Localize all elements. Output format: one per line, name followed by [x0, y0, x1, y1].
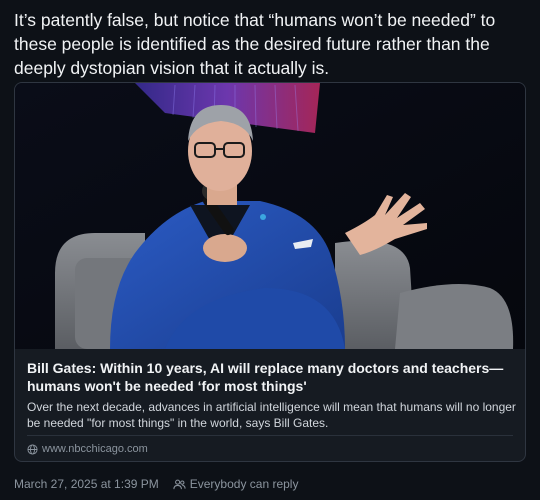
- post: It’s patently false, but notice that “hu…: [0, 0, 540, 500]
- card-divider: [27, 435, 513, 436]
- link-card-domain-text: www.nbcchicago.com: [42, 443, 148, 455]
- post-timestamp: March 27, 2025 at 1:39 PM: [14, 477, 159, 491]
- link-card[interactable]: Bill Gates: Within 10 years, AI will rep…: [14, 82, 526, 462]
- people-icon: [173, 479, 186, 489]
- post-meta: March 27, 2025 at 1:39 PM Everybody can …: [14, 476, 298, 492]
- globe-icon: [27, 443, 38, 455]
- link-card-description: Over the next decade, advances in artifi…: [27, 400, 516, 430]
- link-card-domain[interactable]: www.nbcchicago.com: [27, 441, 148, 457]
- reply-setting[interactable]: Everybody can reply: [173, 476, 299, 492]
- reply-setting-label: Everybody can reply: [189, 477, 299, 491]
- link-card-photo: [15, 83, 525, 349]
- link-card-title[interactable]: Bill Gates: Within 10 years, AI will rep…: [27, 359, 513, 395]
- post-text: It’s patently false, but notice that “hu…: [14, 10, 496, 78]
